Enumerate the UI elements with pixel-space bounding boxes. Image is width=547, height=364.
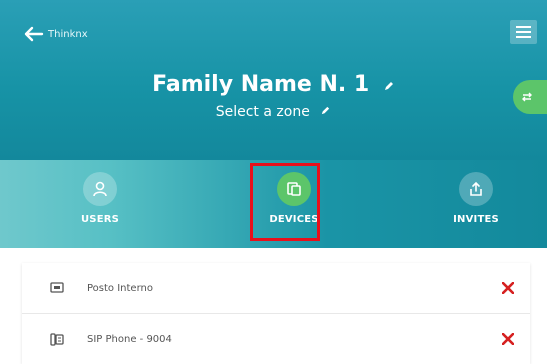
remove-icon[interactable]	[498, 329, 518, 349]
header: Thinknx Family Name N. 1 Select a zone	[0, 0, 547, 160]
phone-icon	[47, 332, 67, 346]
tab-invites-label: INVITES	[453, 214, 499, 225]
device-list: Posto Interno SIP Phone - 9004	[22, 263, 530, 364]
tab-users-label: USERS	[80, 214, 120, 225]
swap-icon	[521, 88, 533, 107]
list-item[interactable]: Posto Interno	[22, 263, 530, 314]
device-name: SIP Phone - 9004	[87, 333, 172, 345]
device-name: Posto Interno	[87, 282, 153, 294]
zone-selector[interactable]: Select a zone	[216, 104, 310, 120]
user-icon	[83, 172, 117, 206]
page-title: Family Name N. 1	[152, 72, 370, 97]
menu-button[interactable]	[510, 20, 537, 44]
back-arrow-icon	[24, 26, 44, 42]
list-item[interactable]: SIP Phone - 9004	[22, 314, 530, 364]
tab-invites[interactable]: INVITES	[431, 172, 521, 236]
share-icon	[459, 172, 493, 206]
edit-zone-pencil-icon[interactable]	[320, 104, 331, 120]
page-title-row: Family Name N. 1	[0, 72, 547, 98]
swap-fab-button[interactable]	[513, 80, 547, 114]
tab-users[interactable]: USERS	[55, 172, 145, 236]
hamburger-icon	[516, 26, 531, 28]
zone-row[interactable]: Select a zone	[0, 104, 547, 120]
back-button[interactable]: Thinknx	[24, 23, 88, 45]
remove-icon[interactable]	[498, 278, 518, 298]
edit-title-pencil-icon[interactable]	[383, 73, 395, 98]
intercom-icon	[47, 282, 67, 294]
app-name: Thinknx	[48, 28, 88, 40]
selection-highlight-box	[250, 163, 320, 241]
